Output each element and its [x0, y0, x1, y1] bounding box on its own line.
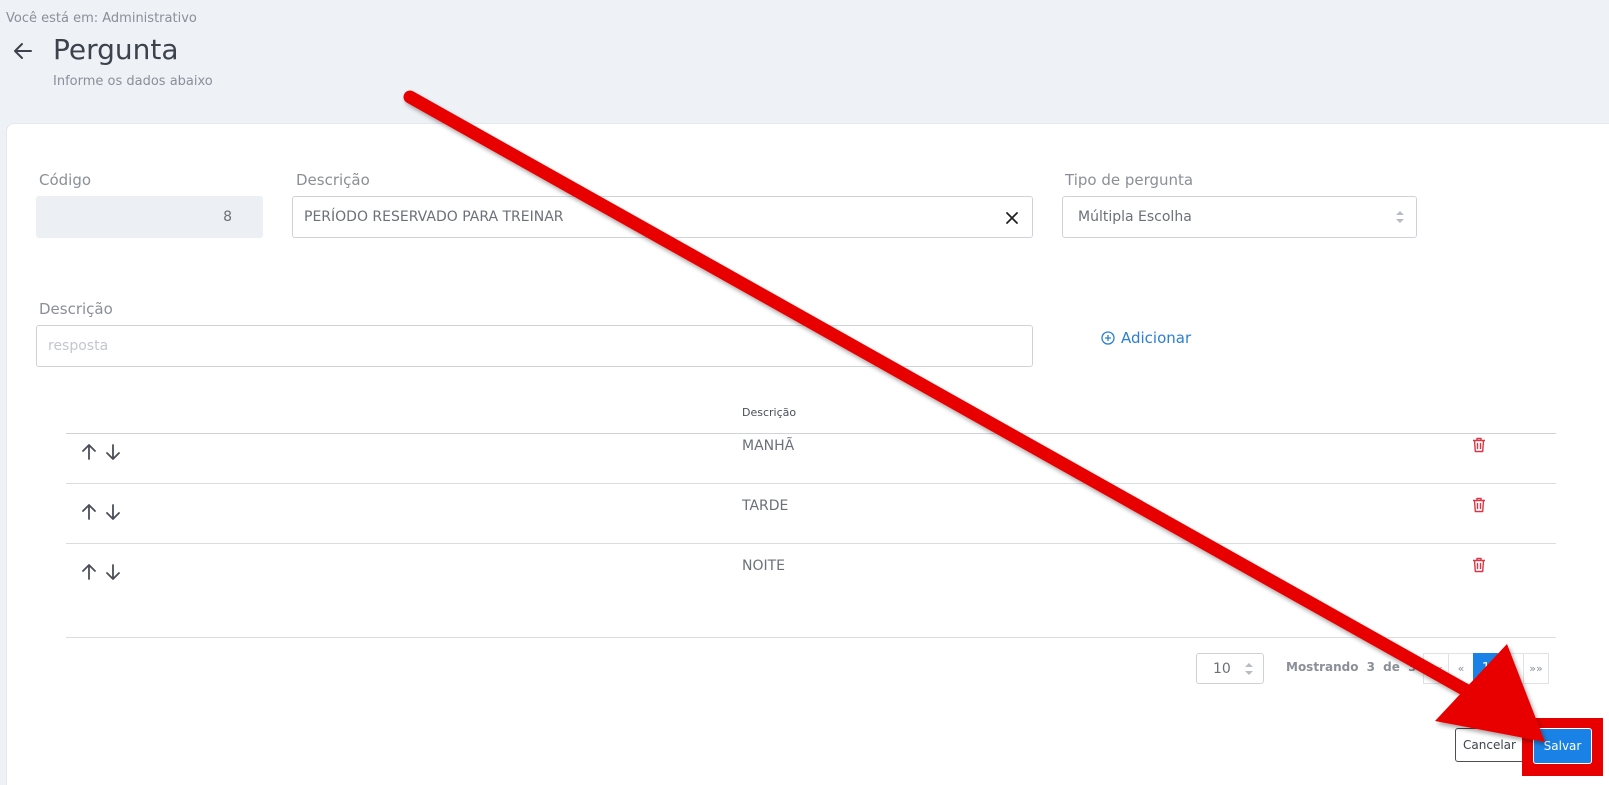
tipo-label: Tipo de pergunta: [1065, 171, 1194, 189]
pagination: «« « 1 » »»: [1423, 653, 1549, 684]
page-subtitle: Informe os dados abaixo: [53, 74, 213, 89]
descricao-field[interactable]: PERÍODO RESERVADO PARA TREINAR: [292, 196, 1033, 238]
breadcrumb: Você está em: Administrativo: [6, 11, 197, 26]
next-page-button[interactable]: »: [1498, 653, 1524, 684]
tipo-value: Múltipla Escolha: [1078, 209, 1192, 225]
add-label: Adicionar: [1121, 329, 1192, 347]
row-descricao: TARDE: [742, 498, 789, 514]
row-descricao: MANHÃ: [742, 438, 795, 454]
pagination-info: Mostrando 3 de 3: [1286, 660, 1417, 674]
move-up-icon[interactable]: [80, 503, 98, 521]
table-bottom-divider: [66, 637, 1556, 638]
move-down-icon[interactable]: [104, 443, 122, 461]
prev-page-button[interactable]: «: [1448, 653, 1474, 684]
back-arrow-icon[interactable]: [10, 38, 36, 64]
codigo-value: 8: [223, 209, 232, 225]
resposta-label: Descrição: [39, 300, 113, 318]
add-button[interactable]: Adicionar: [1101, 329, 1191, 347]
trash-icon[interactable]: [1472, 497, 1486, 517]
move-down-icon[interactable]: [104, 503, 122, 521]
plus-circle-icon: [1101, 331, 1115, 345]
first-page-button[interactable]: ««: [1423, 653, 1449, 684]
select-arrows-icon: [1243, 661, 1255, 681]
resposta-field[interactable]: [36, 325, 1033, 367]
tipo-select[interactable]: Múltipla Escolha: [1062, 196, 1417, 238]
trash-icon[interactable]: [1472, 437, 1486, 457]
cancel-button[interactable]: Cancelar: [1455, 728, 1524, 762]
table-row: MANHÃ: [66, 423, 1556, 484]
resposta-input[interactable]: [48, 338, 1021, 354]
row-descricao: NOITE: [742, 558, 786, 574]
trash-icon[interactable]: [1472, 557, 1486, 577]
clear-icon[interactable]: [1002, 208, 1022, 228]
table-row: TARDE: [66, 483, 1556, 544]
last-page-button[interactable]: »»: [1523, 653, 1549, 684]
move-up-icon[interactable]: [80, 563, 98, 581]
codigo-label: Código: [39, 171, 92, 189]
table-row: NOITE: [66, 543, 1556, 604]
page-title: Pergunta: [53, 33, 179, 66]
codigo-field: 8: [36, 196, 263, 238]
move-down-icon[interactable]: [104, 563, 122, 581]
table-header-descricao: Descrição: [742, 406, 797, 419]
page-1-button[interactable]: 1: [1473, 653, 1499, 684]
move-up-icon[interactable]: [80, 443, 98, 461]
save-button[interactable]: Salvar: [1533, 728, 1592, 764]
descricao-label: Descrição: [296, 171, 370, 189]
descricao-value: PERÍODO RESERVADO PARA TREINAR: [304, 209, 564, 225]
select-arrows-icon: [1394, 209, 1406, 229]
page-size-value: 10: [1213, 660, 1231, 677]
page-size-select[interactable]: 10: [1196, 653, 1264, 684]
